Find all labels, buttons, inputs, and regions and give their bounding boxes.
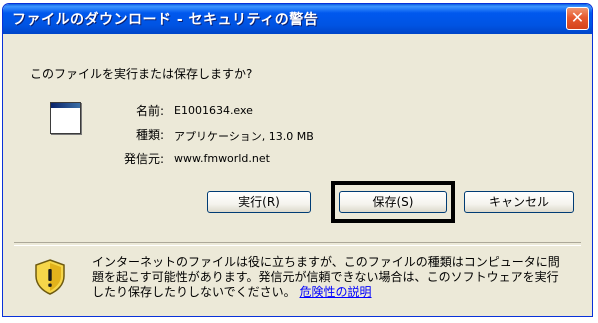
save-button[interactable]: 保存(S) [339, 191, 447, 213]
window-title: ファイルのダウンロード - セキュリティの警告 [12, 12, 319, 28]
name-value: E1001634.exe [174, 104, 253, 117]
type-value: アプリケーション, 13.0 MB [174, 130, 314, 143]
question-text: このファイルを実行または保存しますか? [30, 67, 253, 81]
application-window-icon [50, 102, 81, 134]
separator [14, 242, 581, 246]
dialog-body: このファイルを実行または保存しますか? 名前: E1001634.exe 種類:… [6, 34, 589, 313]
cancel-button[interactable]: キャンセル [464, 191, 574, 213]
run-button[interactable]: 実行(R) [207, 191, 311, 213]
title-bar[interactable]: ファイルのダウンロード - セキュリティの警告 ✕ [3, 4, 592, 34]
name-label: 名前: [135, 104, 164, 118]
icon-titlebar [51, 103, 80, 108]
publisher-label: 発信元: [123, 152, 164, 166]
close-button[interactable]: ✕ [566, 7, 589, 30]
type-label: 種類: [135, 128, 164, 142]
security-shield-icon [35, 259, 65, 295]
publisher-value: www.fmworld.net [174, 152, 270, 165]
risk-explanation-link[interactable]: 危険性の説明 [299, 285, 371, 299]
download-security-dialog: ファイルのダウンロード - セキュリティの警告 ✕ このファイルを実行または保存… [2, 3, 593, 317]
warning-message: インターネットのファイルは役に立ちますが、このファイルの種類はコンピュータに問題… [92, 255, 567, 300]
